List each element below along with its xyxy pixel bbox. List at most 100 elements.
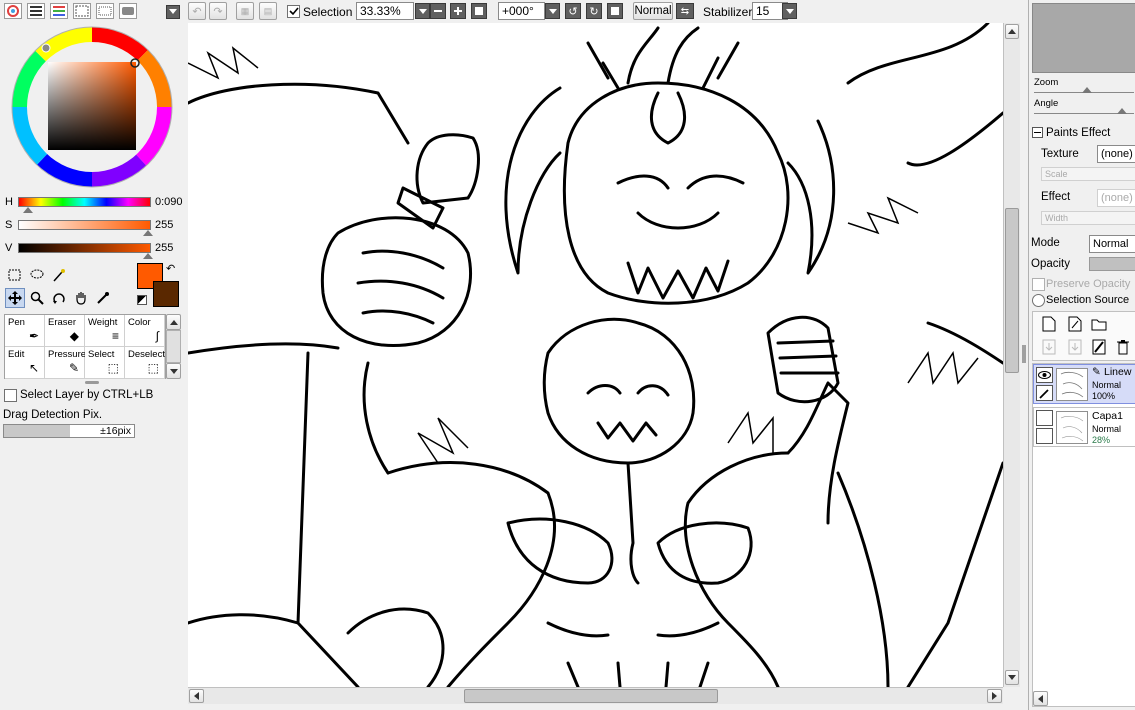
visibility-toggle[interactable] [1036, 410, 1053, 426]
scratchpad-tab-icon[interactable] [119, 3, 137, 19]
edit-toggle[interactable] [1036, 428, 1053, 444]
scale-slider[interactable]: Scale [1041, 167, 1135, 181]
brush-scroll-up-button[interactable] [166, 314, 181, 330]
background-color-swatch[interactable] [153, 281, 179, 307]
brush-label: Deselect [128, 349, 165, 360]
preserve-opacity-checkbox[interactable] [1032, 278, 1045, 291]
stabilizer-dropdown-icon[interactable] [782, 3, 797, 19]
selection-checkbox[interactable] [287, 5, 300, 18]
v-label: V [5, 242, 13, 254]
brush-scroll-down-button[interactable] [166, 363, 181, 379]
zoom-out-icon[interactable] [430, 3, 446, 19]
transfer-down-icon[interactable] [1039, 337, 1059, 357]
hue-slider[interactable] [18, 197, 151, 207]
color-wheel[interactable] [9, 25, 175, 189]
angle-slider-thumb[interactable] [1117, 108, 1127, 114]
magic-wand-icon[interactable] [49, 265, 69, 285]
edit-pen-icon[interactable] [1036, 385, 1053, 401]
layer-row-capa1[interactable]: Capa1 Normal 28% [1033, 407, 1135, 447]
new-linework-layer-icon[interactable] [1065, 314, 1085, 334]
rotate-icon[interactable] [49, 288, 69, 308]
brush-edit[interactable]: Edit ↖ [5, 347, 45, 379]
zoom-slider-thumb[interactable] [1082, 87, 1092, 93]
undo-icon[interactable]: ↶ [188, 2, 206, 20]
rotate-ccw-icon[interactable]: ↺ [565, 3, 581, 19]
panel-resize-handle[interactable] [85, 381, 99, 384]
scroll-up-button[interactable] [1005, 24, 1019, 39]
layers-scroll-left-button[interactable] [1033, 691, 1048, 706]
rotate-cw-icon[interactable]: ↻ [586, 3, 602, 19]
move-icon[interactable] [5, 288, 25, 308]
effect-select[interactable]: (none) [1097, 189, 1135, 207]
rotation-dropdown-icon[interactable] [545, 3, 560, 19]
zoom-field[interactable]: 33.33% [356, 2, 414, 20]
effect-value: (none) [1101, 192, 1133, 204]
hue-slider-thumb[interactable] [23, 207, 33, 213]
value-slider-thumb[interactable] [143, 253, 153, 259]
zoom-in-icon[interactable] [450, 3, 466, 19]
select-layer-checkbox[interactable] [4, 389, 17, 402]
brush-select[interactable]: Select ⬚ [85, 347, 125, 379]
opacity-slider[interactable] [1089, 257, 1135, 271]
brush-color[interactable]: Color ∫ [125, 315, 165, 347]
brush-label: Pressure [48, 349, 87, 360]
rotation-field[interactable]: +000° [498, 2, 545, 20]
redo-icon[interactable]: ↷ [209, 2, 227, 20]
eyedropper-icon[interactable] [93, 288, 113, 308]
color-grid-tab-icon[interactable] [96, 3, 114, 19]
brush-pen[interactable]: Pen ✒ [5, 315, 45, 347]
flip-horizontal-icon[interactable]: ⇆ [676, 3, 694, 19]
collapse-icon[interactable] [1032, 127, 1043, 138]
vertical-scroll-thumb[interactable] [1005, 208, 1019, 373]
brush-pressure[interactable]: Pressure ✎ [45, 347, 87, 379]
visibility-eye-icon[interactable] [1036, 367, 1053, 383]
vertical-scrollbar[interactable] [1003, 23, 1020, 687]
brush-weight[interactable]: Weight ≡ [85, 315, 125, 347]
deselect-icon[interactable]: ▦ [236, 2, 254, 20]
zoom-dropdown-icon[interactable] [415, 3, 430, 19]
texture-select[interactable]: (none) [1097, 145, 1135, 163]
brush-scroll-track[interactable] [166, 330, 181, 363]
new-folder-icon[interactable] [1089, 314, 1109, 334]
navigator-preview[interactable] [1032, 3, 1135, 73]
drag-detection-slider[interactable]: ±16pix [3, 424, 135, 438]
horizontal-scroll-thumb[interactable] [464, 689, 718, 703]
horizontal-scrollbar[interactable] [188, 687, 1003, 704]
hand-icon[interactable] [71, 288, 91, 308]
reset-colors-icon[interactable] [137, 295, 147, 305]
swap-colors-icon[interactable]: ↶ [166, 262, 175, 275]
deselect-icon: ⬚ [147, 361, 159, 375]
drawing-canvas[interactable] [188, 23, 1003, 687]
mode-select[interactable]: Normal [1089, 235, 1135, 253]
clear-layer-icon[interactable] [1089, 337, 1109, 357]
rect-select-icon[interactable] [5, 265, 25, 285]
saturation-slider[interactable] [18, 220, 151, 230]
blend-mode-button[interactable]: Normal [633, 2, 673, 20]
rotation-reset-icon[interactable] [607, 3, 623, 19]
selection-source-radio[interactable] [1032, 294, 1045, 307]
scroll-right-button[interactable] [987, 689, 1002, 703]
left-panel: H 0:090 S 255 V 255 ↶ Pen ✒ Eraser ◆ Weight ≡… [0, 0, 186, 710]
merge-down-icon[interactable] [1065, 337, 1085, 357]
brush-deselect[interactable]: Deselect ⬚ [125, 347, 165, 379]
rgb-sliders-tab-icon[interactable] [27, 3, 45, 19]
scroll-down-button[interactable] [1005, 670, 1019, 685]
zoom-icon[interactable] [27, 288, 47, 308]
linework-icon: ✎ [1092, 366, 1101, 378]
brush-eraser[interactable]: Eraser ◆ [45, 315, 85, 347]
panel-menu-button[interactable] [166, 5, 180, 19]
color-wheel-tab-icon[interactable] [4, 3, 22, 19]
new-layer-icon[interactable] [1039, 314, 1059, 334]
value-slider[interactable] [18, 243, 151, 253]
hsv-sliders-tab-icon[interactable] [50, 3, 68, 19]
swatches-tab-icon[interactable] [73, 3, 91, 19]
saturation-slider-thumb[interactable] [143, 230, 153, 236]
lasso-icon[interactable] [27, 265, 47, 285]
right-panel-splitter[interactable] [1022, 345, 1026, 363]
scroll-left-button[interactable] [189, 689, 204, 703]
zoom-reset-icon[interactable] [471, 3, 487, 19]
layer-row-linew[interactable]: ✎ Linew Normal 100% [1033, 364, 1135, 404]
invert-selection-icon[interactable]: ▤ [259, 2, 277, 20]
width-slider[interactable]: Width [1041, 211, 1135, 225]
delete-layer-icon[interactable] [1113, 337, 1133, 357]
